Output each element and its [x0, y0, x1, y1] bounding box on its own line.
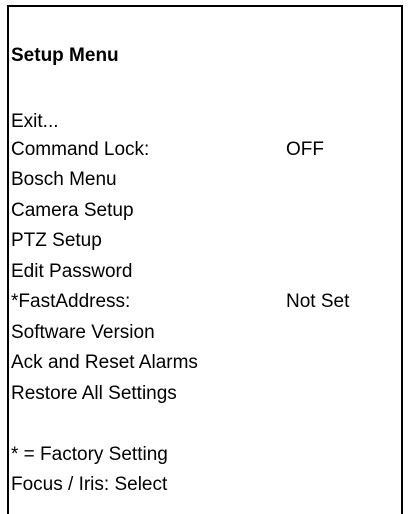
menu-item-ack-reset-alarms[interactable]: Ack and Reset Alarms	[11, 351, 198, 375]
menu-item-label: Ack and Reset Alarms	[11, 352, 198, 373]
menu-item-bosch-menu[interactable]: Bosch Menu	[11, 168, 117, 192]
command-lock-value: OFF	[286, 139, 324, 160]
fastaddress-value: Not Set	[286, 291, 350, 312]
menu-item-fastaddress[interactable]: *FastAddress: Not Set	[11, 290, 349, 314]
menu-item-label: Software Version	[11, 322, 155, 343]
menu-item-ptz-setup[interactable]: PTZ Setup	[11, 229, 102, 253]
menu-item-edit-password[interactable]: Edit Password	[11, 260, 132, 284]
menu-item-label: Exit...	[11, 111, 59, 132]
menu-item-label: PTZ Setup	[11, 230, 102, 251]
menu-item-software-version[interactable]: Software Version	[11, 321, 155, 345]
menu-title: Setup Menu	[11, 45, 119, 66]
menu-item-label: Bosch Menu	[11, 169, 117, 190]
menu-item-command-lock[interactable]: Command Lock: OFF	[11, 138, 324, 162]
menu-item-label: *FastAddress:	[11, 291, 131, 312]
focus-iris-hint: Focus / Iris: Select	[11, 474, 168, 495]
menu-item-camera-setup[interactable]: Camera Setup	[11, 199, 134, 223]
menu-item-restore-all-settings[interactable]: Restore All Settings	[11, 382, 177, 406]
menu-item-label: Restore All Settings	[11, 383, 177, 404]
menu-item-exit[interactable]: Exit...	[11, 110, 59, 134]
menu-item-label: Command Lock:	[11, 139, 150, 160]
menu-item-label: Edit Password	[11, 261, 133, 282]
factory-setting-legend: * = Factory Setting	[11, 444, 168, 465]
menu-item-label: Camera Setup	[11, 200, 134, 221]
